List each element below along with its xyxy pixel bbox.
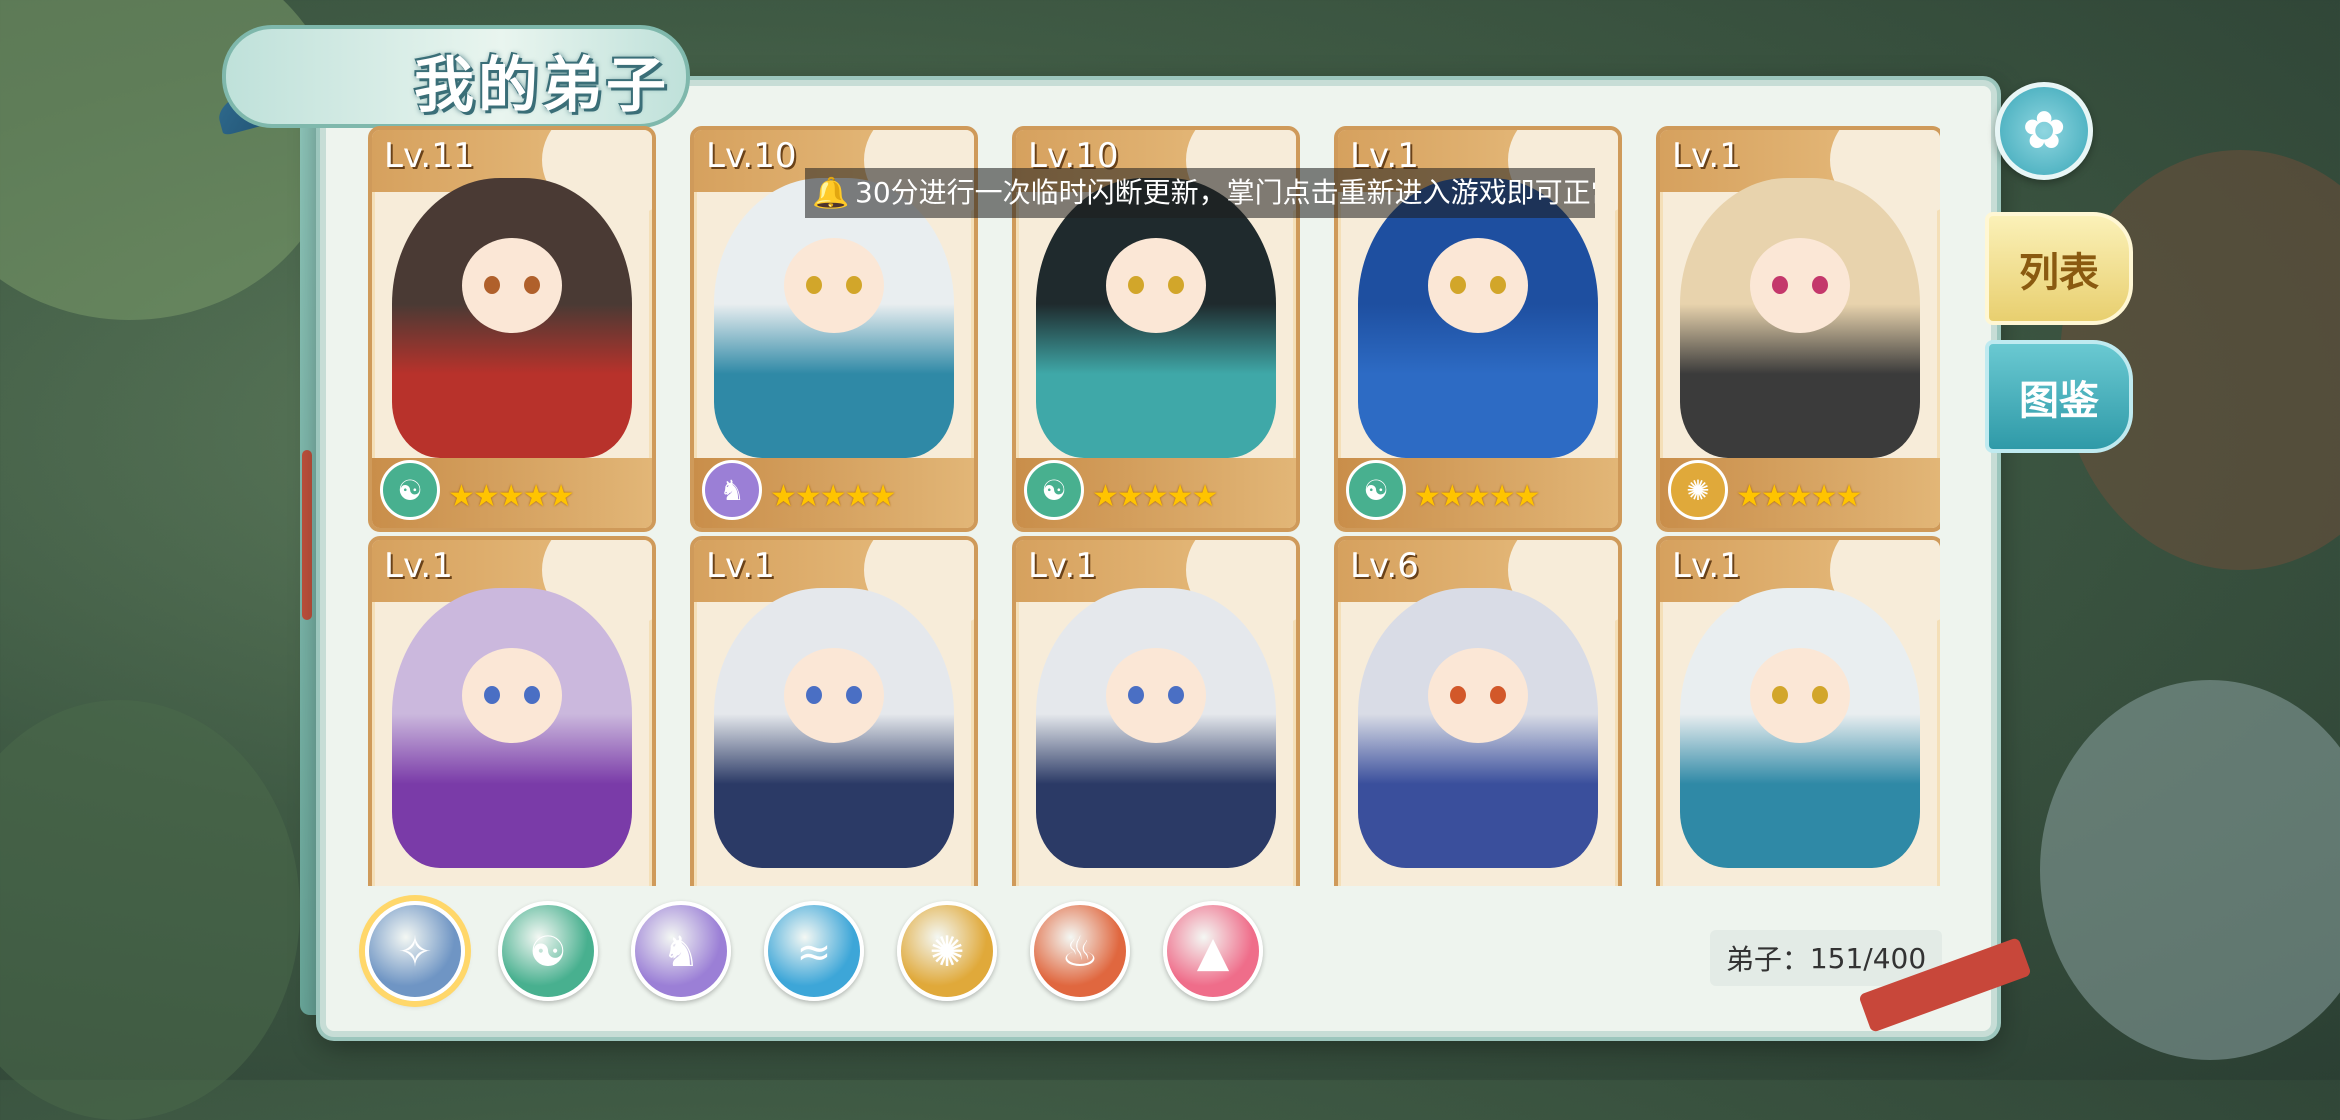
portrait-eye — [524, 276, 540, 294]
tab-list-label: 列表 — [2019, 248, 2099, 296]
disciple-portrait — [714, 588, 954, 868]
background-scenery — [0, 700, 300, 1120]
disciple-level: Lv.1 — [1672, 136, 1741, 176]
portrait-eye — [1772, 686, 1788, 704]
star-rating: ★★★★★ — [1736, 479, 1862, 514]
star-rating: ★★★★★ — [448, 479, 574, 514]
disciple-portrait — [1358, 178, 1598, 458]
filter-earth-button[interactable]: ▲ — [1163, 901, 1263, 1001]
portrait-eye — [1168, 686, 1184, 704]
disciple-portrait — [1036, 588, 1276, 868]
swirl-all-icon: ✧ — [397, 926, 433, 976]
wave-icon: ≈ — [796, 926, 832, 976]
tab-book-label: 图鉴 — [2019, 376, 2099, 424]
portrait-face — [1750, 238, 1850, 333]
portrait-eye — [1128, 686, 1144, 704]
portrait-face — [1428, 648, 1528, 743]
filter-all-button[interactable]: ✧ — [365, 901, 465, 1001]
tab-list[interactable]: 列表 — [1985, 212, 2133, 325]
spirit-element-icon: ♞ — [702, 460, 762, 520]
tab-book[interactable]: 图鉴 — [1985, 340, 2133, 453]
bell-icon: 🔔 — [812, 176, 850, 211]
portrait-eye — [1812, 276, 1828, 294]
wind-element-icon: ☯ — [1346, 460, 1406, 520]
portrait-eye — [1812, 686, 1828, 704]
portrait-eye — [484, 276, 500, 294]
portrait-eye — [1490, 686, 1506, 704]
disciple-level: Lv.10 — [706, 136, 797, 176]
portrait-face — [462, 238, 562, 333]
filter-fire-button[interactable]: ♨ — [1030, 901, 1130, 1001]
background-scenery — [2040, 680, 2340, 1060]
disciple-level: Lv.1 — [1028, 546, 1097, 586]
portrait-eye — [524, 686, 540, 704]
title-banner: 我的弟子 — [213, 15, 690, 136]
disciple-level: Lv.1 — [706, 546, 775, 586]
disciple-count-label: 弟子： — [1725, 943, 1810, 976]
portrait-eye — [806, 686, 822, 704]
portrait-eye — [846, 276, 862, 294]
portrait-face — [1428, 238, 1528, 333]
disciple-portrait — [1680, 178, 1920, 458]
light-element-icon: ✺ — [1668, 460, 1728, 520]
disciple-card[interactable]: Lv.1 ✺ ★★★★★ — [1656, 126, 1940, 532]
filter-wind-button[interactable]: ☯ — [498, 901, 598, 1001]
disciple-count-value: 151/400 — [1809, 941, 1927, 975]
disciple-card[interactable]: Lv.1 — [1012, 536, 1300, 886]
disciple-portrait — [392, 178, 632, 458]
page-title: 我的弟子 — [414, 51, 670, 121]
portrait-face — [462, 648, 562, 743]
filter-water-button[interactable]: ≈ — [764, 901, 864, 1001]
portrait-eye — [846, 686, 862, 704]
filter-light-button[interactable]: ✺ — [897, 901, 997, 1001]
portrait-eye — [1128, 276, 1144, 294]
wolf-icon: ♞ — [662, 926, 700, 976]
disciple-portrait — [1680, 588, 1920, 868]
disciple-level: Lv.1 — [1672, 546, 1741, 586]
portrait-eye — [484, 686, 500, 704]
close-flower-icon: ✿ — [2022, 101, 2066, 161]
disciple-portrait — [714, 178, 954, 458]
disciple-card[interactable]: Lv.6 — [1334, 536, 1622, 886]
lotus-icon: ✺ — [929, 926, 965, 976]
portrait-eye — [1450, 686, 1466, 704]
disciple-card[interactable]: Lv.1 — [690, 536, 978, 886]
portrait-face — [1106, 648, 1206, 743]
disciple-level: Lv.6 — [1350, 546, 1419, 586]
portrait-face — [784, 648, 884, 743]
disciple-card[interactable]: Lv.1 — [1656, 536, 1940, 886]
disciple-card[interactable]: Lv.1 — [368, 536, 656, 886]
portrait-eye — [806, 276, 822, 294]
star-rating: ★★★★★ — [1414, 479, 1540, 514]
disciple-level: Lv.1 — [384, 546, 453, 586]
disciple-portrait — [1358, 588, 1598, 868]
disciple-level: Lv.11 — [384, 136, 475, 176]
portrait-eye — [1772, 276, 1788, 294]
flame-icon: ♨ — [1061, 926, 1099, 976]
notice-banner: 30分进行一次临时闪断更新，掌门点击重新进入游戏即可正常 — [805, 168, 1595, 218]
portrait-eye — [1490, 276, 1506, 294]
close-button[interactable]: ✿ — [1995, 82, 2093, 180]
filter-spirit-button[interactable]: ♞ — [631, 901, 731, 1001]
mountain-icon: ▲ — [1196, 926, 1230, 976]
yin-yang-icon: ☯ — [529, 926, 567, 976]
wind-element-icon: ☯ — [1024, 460, 1084, 520]
portrait-face — [1750, 648, 1850, 743]
star-rating: ★★★★★ — [1092, 479, 1218, 514]
portrait-eye — [1168, 276, 1184, 294]
disciple-portrait — [1036, 178, 1276, 458]
portrait-face — [1106, 238, 1206, 333]
portrait-eye — [1450, 276, 1466, 294]
disciple-portrait — [392, 588, 632, 868]
disciple-grid: Lv.11 ☯ ★★★★★ Lv.10 ♞ ★★★★★ Lv.10 ☯ ★★★★★ Lv.1 ☯ ★★… — [368, 126, 1940, 886]
wind-element-icon: ☯ — [380, 460, 440, 520]
star-rating: ★★★★★ — [770, 479, 896, 514]
disciple-card[interactable]: Lv.11 ☯ ★★★★★ — [368, 126, 656, 532]
scrollbar[interactable] — [302, 450, 312, 620]
portrait-face — [784, 238, 884, 333]
